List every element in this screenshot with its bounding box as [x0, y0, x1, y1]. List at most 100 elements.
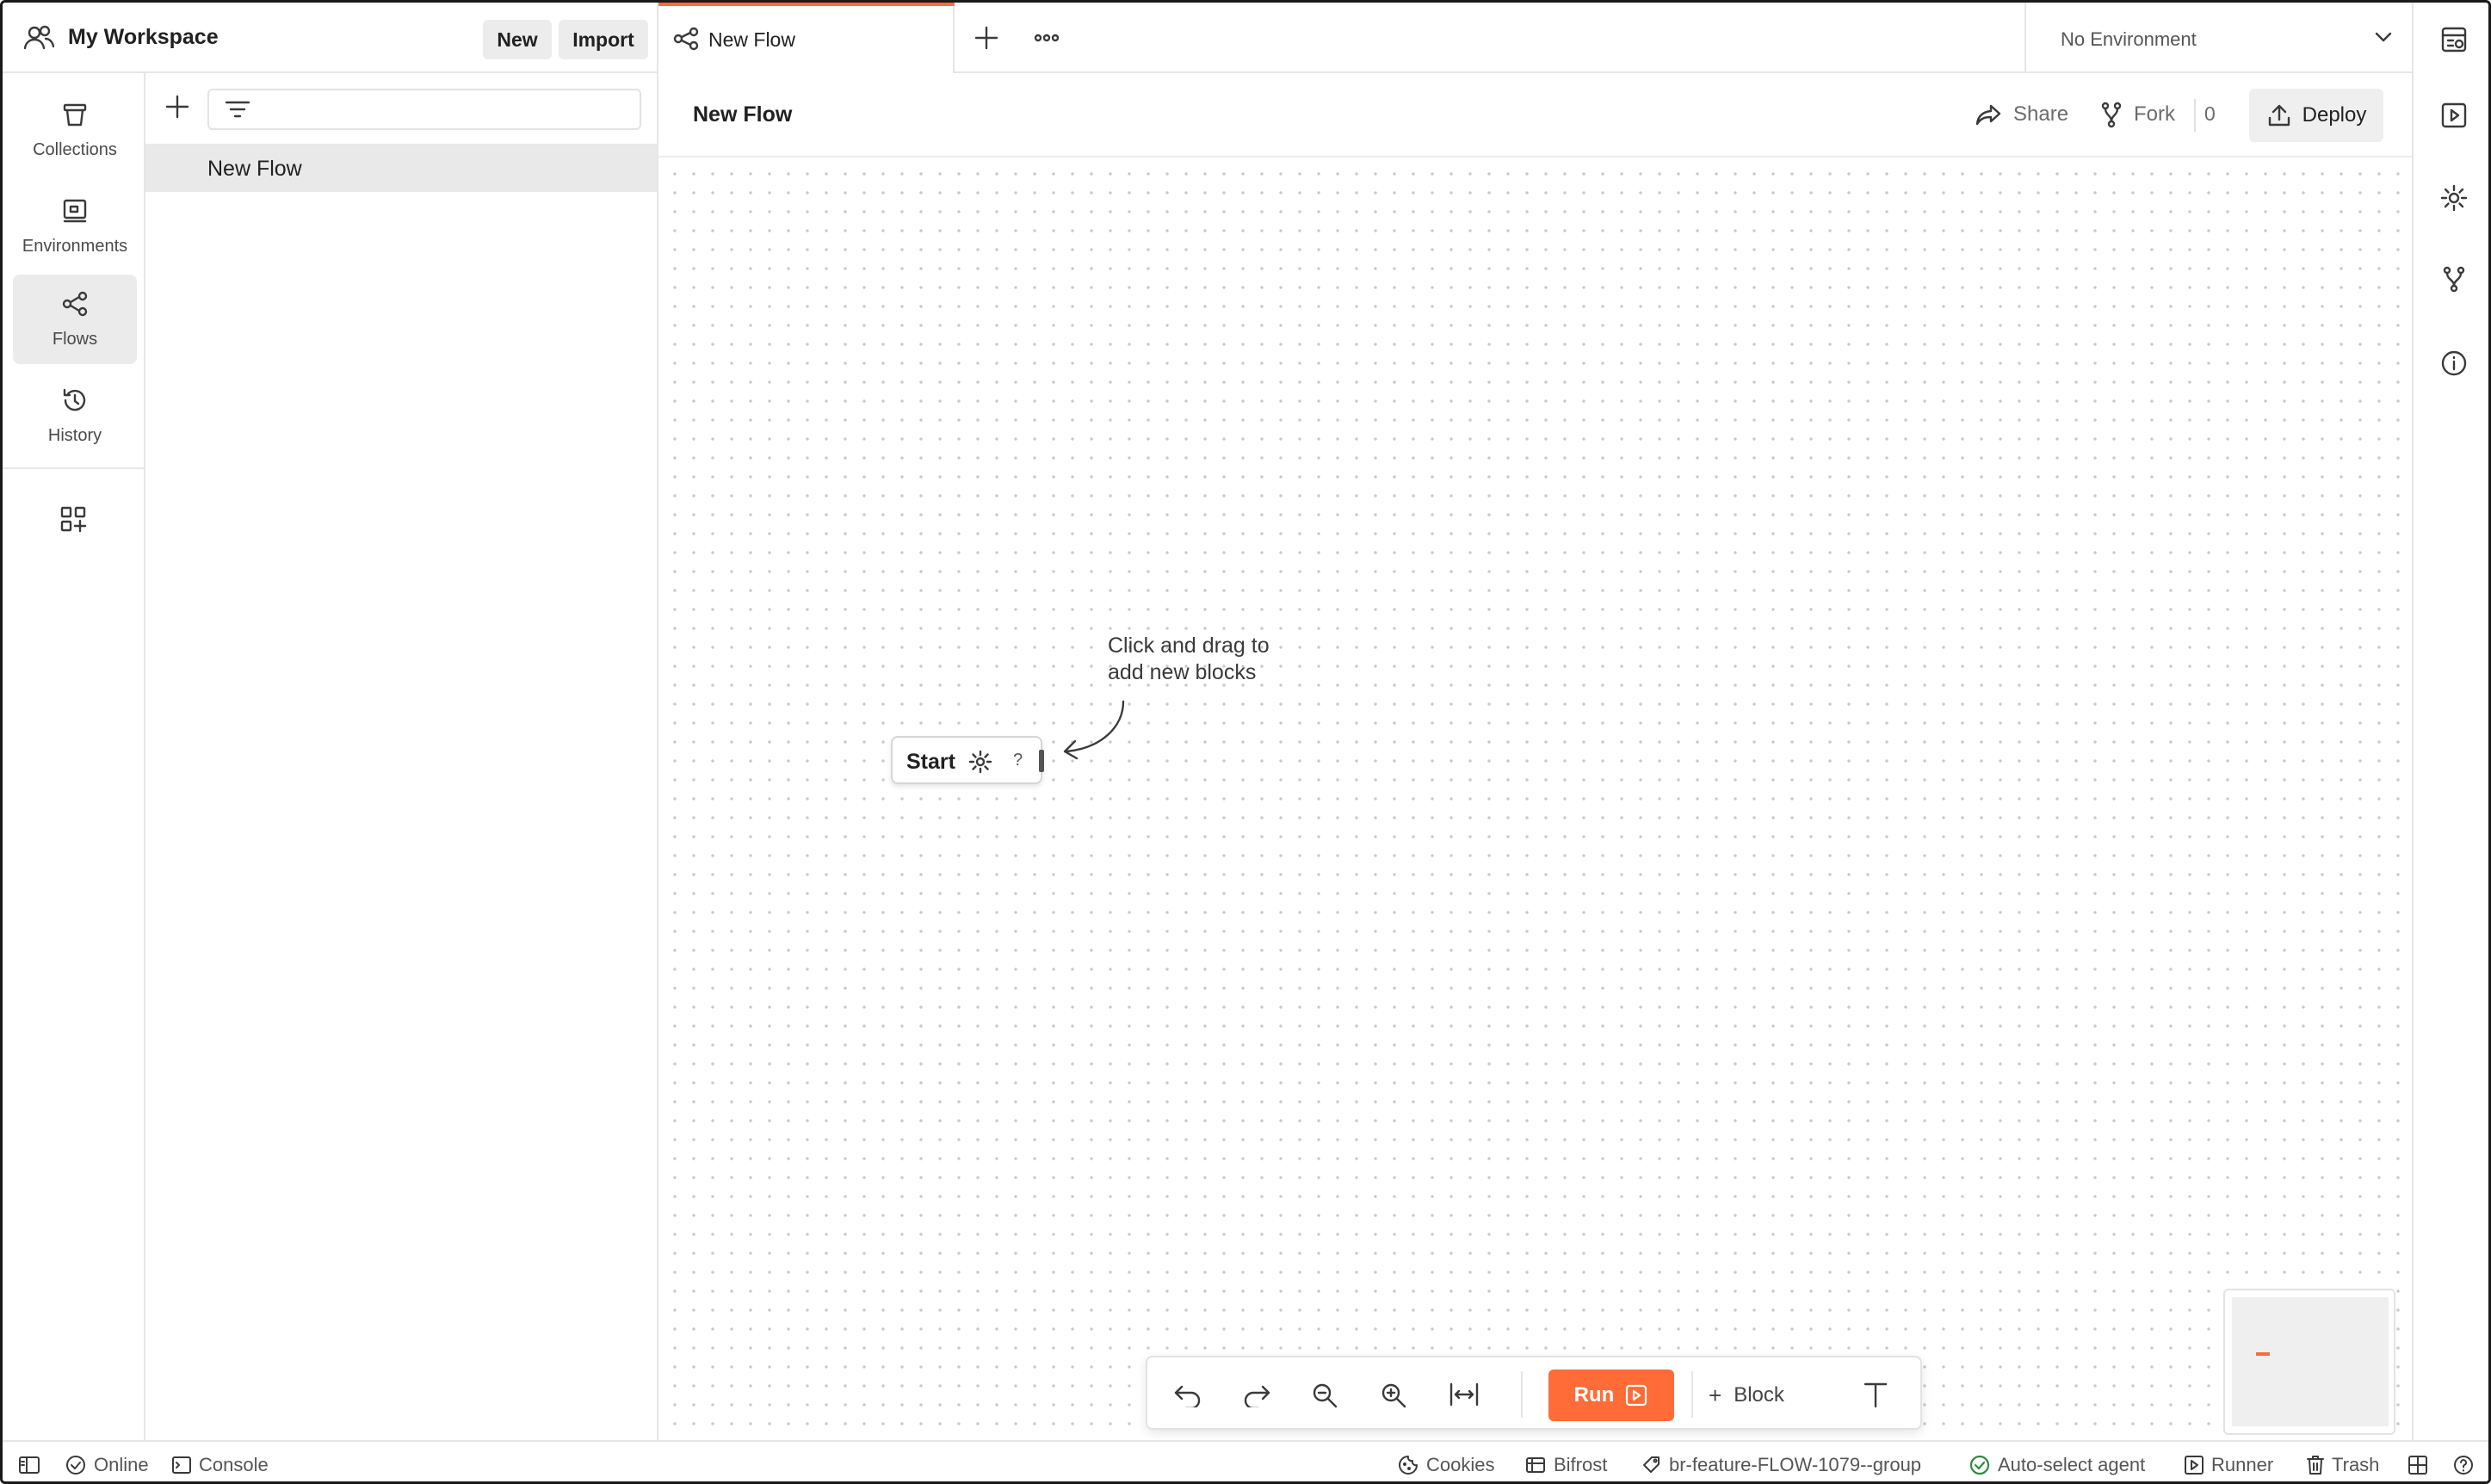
- toolbar-divider: [1521, 1371, 1523, 1418]
- fork-label: Fork: [2134, 102, 2175, 126]
- fork-count[interactable]: 0: [2204, 102, 2216, 126]
- chevron-down-icon: [2374, 30, 2393, 44]
- share-button[interactable]: Share: [1975, 97, 2068, 132]
- nav-item-label: Collections: [33, 140, 117, 159]
- history-icon: [61, 386, 89, 414]
- nav-item-collections[interactable]: Collections: [13, 85, 137, 175]
- undo-icon[interactable]: [1173, 1382, 1202, 1407]
- online-label: Online: [94, 1454, 149, 1475]
- branch-button[interactable]: br-feature-FLOW-1079--group: [1641, 1454, 1921, 1476]
- flows-icon: [60, 290, 90, 318]
- cookies-label: Cookies: [1426, 1454, 1495, 1475]
- minimap[interactable]: [2223, 1289, 2395, 1435]
- help-icon[interactable]: [2452, 1454, 2482, 1476]
- gear-icon[interactable]: [968, 750, 992, 774]
- runner-label: Runner: [2211, 1454, 2274, 1475]
- output-handle[interactable]: [1039, 750, 1044, 772]
- layout-toggle-icon[interactable]: [2408, 1454, 2435, 1476]
- agent-label: Auto-select agent: [1998, 1454, 2146, 1475]
- canvas-hint: Click and drag to add new blocks: [1108, 633, 1270, 686]
- list-item-label: New Flow: [207, 157, 302, 181]
- play-icon: [1624, 1383, 1648, 1407]
- run-panel-icon[interactable]: [2439, 101, 2469, 130]
- environment-selector[interactable]: No Environment: [2024, 3, 2412, 73]
- flows-sidebar: New Flow: [145, 73, 658, 1440]
- text-tool-icon[interactable]: [1862, 1380, 1889, 1409]
- new-tab-icon[interactable]: [974, 25, 999, 51]
- more-options-icon[interactable]: [1034, 28, 1060, 47]
- share-icon: [1975, 102, 2013, 127]
- hint-line: Click and drag to: [1108, 634, 1270, 658]
- share-label: Share: [2013, 102, 2069, 126]
- runner-button[interactable]: Runner: [2184, 1454, 2273, 1476]
- console-label: Console: [199, 1454, 269, 1475]
- tab-label: New Flow: [708, 28, 795, 51]
- active-tab-indicator: [658, 3, 955, 6]
- fork-divider: [2194, 99, 2196, 132]
- deploy-button[interactable]: Deploy: [2249, 89, 2383, 142]
- flow-canvas[interactable]: Start ? Click and drag to add new blocks: [658, 158, 2412, 1440]
- list-item[interactable]: New Flow: [145, 144, 657, 192]
- run-button[interactable]: Run: [1548, 1370, 1674, 1421]
- fork-icon[interactable]: [2439, 264, 2469, 294]
- environment-quick-look-icon[interactable]: [2439, 25, 2469, 54]
- flow-title[interactable]: New Flow: [693, 102, 792, 127]
- tab-bar: New Flow No Environment: [658, 3, 2412, 73]
- add-widgets-icon[interactable]: [59, 505, 87, 533]
- new-button[interactable]: New: [483, 20, 552, 59]
- branch-label: br-feature-FLOW-1079--group: [1669, 1454, 1922, 1475]
- start-block[interactable]: Start ?: [891, 736, 1044, 784]
- toolbar-divider: [1691, 1371, 1693, 1418]
- start-block-label: Start: [906, 750, 955, 774]
- agent-selector[interactable]: Auto-select agent: [1969, 1454, 2145, 1476]
- right-rail: [2412, 3, 2488, 1440]
- flow-icon: [672, 27, 700, 51]
- zoom-in-icon[interactable]: [1380, 1382, 1407, 1409]
- trash-button[interactable]: Trash: [2306, 1454, 2379, 1476]
- search-input[interactable]: [207, 89, 641, 130]
- left-nav: Collections Environments Flows History: [3, 73, 145, 1440]
- nav-item-history[interactable]: History: [13, 371, 137, 461]
- add-block-button[interactable]: + Block: [1709, 1380, 1784, 1411]
- hint-arrow-icon: [1056, 695, 1130, 760]
- environment-icon: [61, 197, 89, 225]
- zoom-out-icon[interactable]: [1311, 1382, 1338, 1409]
- trash-can-icon: [61, 101, 89, 128]
- deploy-label: Deploy: [2302, 103, 2367, 127]
- online-status[interactable]: Online: [65, 1454, 149, 1476]
- info-icon[interactable]: [2439, 349, 2469, 378]
- minimap-start-block-marker: [2256, 1352, 2270, 1356]
- hint-line: add new blocks: [1108, 660, 1257, 684]
- nav-item-environments[interactable]: Environments: [13, 182, 137, 271]
- import-button[interactable]: Import: [559, 20, 648, 59]
- block-label: Block: [1734, 1383, 1784, 1407]
- fit-to-screen-icon[interactable]: [1449, 1382, 1480, 1407]
- team-icon: [23, 23, 54, 53]
- redo-icon[interactable]: [1242, 1382, 1271, 1407]
- console-button[interactable]: Console: [171, 1454, 269, 1476]
- canvas-toolbar: Run + Block: [1146, 1356, 1922, 1430]
- nav-item-label: Environments: [22, 237, 128, 256]
- environment-label: No Environment: [2061, 28, 2197, 50]
- trash-label: Trash: [2332, 1454, 2380, 1475]
- tab-new-flow[interactable]: New Flow: [658, 3, 955, 73]
- bifrost-label: Bifrost: [1554, 1454, 1608, 1475]
- filter-icon[interactable]: [225, 99, 250, 121]
- workspace-title[interactable]: My Workspace: [68, 25, 219, 50]
- toggle-sidebar-icon[interactable]: [18, 1454, 47, 1476]
- add-flow-icon[interactable]: [164, 94, 190, 120]
- app-window: My Workspace New Import Collections Envi…: [0, 0, 2491, 1484]
- nav-divider: [3, 467, 144, 469]
- help-icon[interactable]: ?: [1013, 751, 1023, 770]
- upload-icon: [2266, 102, 2302, 128]
- flow-header: New Flow Share Fork 0 Deploy: [658, 73, 2412, 158]
- nav-item-label: History: [47, 426, 102, 445]
- settings-icon[interactable]: [2439, 183, 2469, 213]
- nav-item-flows[interactable]: Flows: [13, 275, 137, 364]
- fork-button[interactable]: Fork: [2099, 97, 2175, 132]
- minimap-viewport: [2232, 1297, 2389, 1426]
- fork-icon: [2099, 101, 2134, 128]
- bifrost-button[interactable]: Bifrost: [1524, 1454, 1607, 1476]
- cookies-button[interactable]: Cookies: [1397, 1454, 1494, 1476]
- workspace-header: My Workspace New Import: [3, 3, 658, 73]
